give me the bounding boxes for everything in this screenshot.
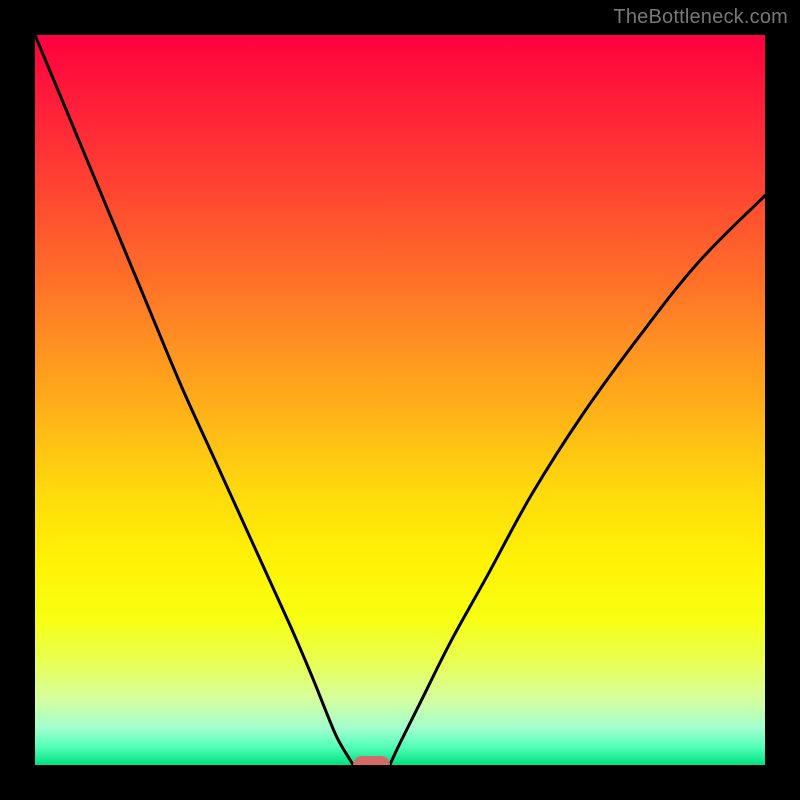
plot-area	[35, 35, 765, 765]
left-bottleneck-curve	[35, 35, 353, 765]
curves-layer	[35, 35, 765, 765]
chart-frame: TheBottleneck.com	[0, 0, 800, 800]
right-bottleneck-curve	[390, 196, 765, 765]
bottleneck-target-marker	[353, 756, 390, 765]
watermark-text: TheBottleneck.com	[613, 6, 788, 29]
